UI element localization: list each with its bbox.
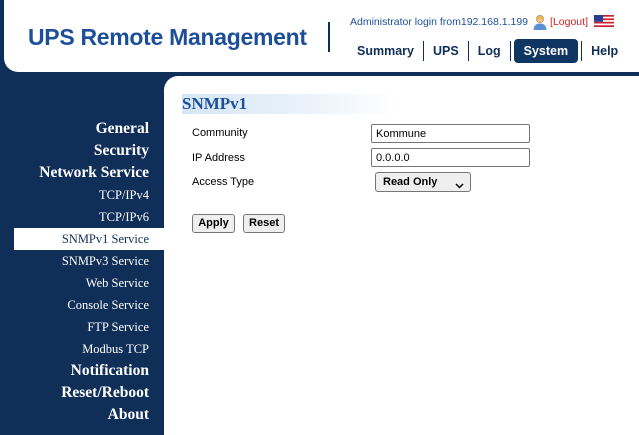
header-divider [328, 22, 330, 52]
main-content: SNMPv1 Community IP Address Access Type … [164, 76, 639, 435]
sidebar-item-security[interactable]: Security [0, 140, 164, 162]
sidebar-item-console-service[interactable]: Console Service [0, 294, 164, 316]
sidebar-item-ftp-service[interactable]: FTP Service [0, 316, 164, 338]
sidebar-item-snmpv3-service[interactable]: SNMPv3 Service [0, 250, 164, 272]
access-type-select[interactable]: Read Only [375, 172, 471, 192]
sidebar-item-tcp-ipv6[interactable]: TCP/IPv6 [0, 206, 164, 228]
sidebar-item-general[interactable]: General [0, 118, 164, 140]
community-input[interactable] [371, 124, 530, 143]
access-type-value: Read Only [383, 176, 438, 188]
sidebar-item-web-service[interactable]: Web Service [0, 272, 164, 294]
nav-help[interactable]: Help [582, 40, 627, 62]
sidebar-item-modbus-tcp[interactable]: Modbus TCP [0, 338, 164, 360]
ip-address-label: IP Address [192, 152, 245, 164]
sidebar: General Security Network Service TCP/IPv… [0, 118, 164, 426]
header: UPS Remote Management Administrator logi… [4, 0, 639, 72]
logout-link[interactable]: Logout [553, 16, 585, 28]
login-status: Administrator login from192.168.1.199 [L… [350, 14, 588, 30]
chevron-down-icon [455, 178, 464, 189]
nav-divider [509, 41, 511, 61]
login-text: Administrator login from192.168.1.199 [350, 16, 529, 28]
community-label: Community [192, 127, 248, 139]
sidebar-item-tcp-ipv4[interactable]: TCP/IPv4 [0, 184, 164, 206]
reset-button[interactable]: Reset [243, 214, 285, 233]
apply-button[interactable]: Apply [192, 214, 235, 233]
brand-title: UPS Remote Management [28, 24, 307, 50]
page-title: SNMPv1 [182, 94, 397, 114]
nav-log[interactable]: Log [469, 40, 510, 62]
sidebar-item-about[interactable]: About [0, 404, 164, 426]
sidebar-item-reset-reboot[interactable]: Reset/Reboot [0, 382, 164, 404]
top-nav: Summary UPS Log System Help [348, 38, 627, 64]
us-flag-icon[interactable] [594, 14, 614, 27]
nav-system[interactable]: System [513, 39, 579, 63]
sidebar-item-notification[interactable]: Notification [0, 360, 164, 382]
nav-ups[interactable]: UPS [424, 40, 468, 62]
sidebar-item-network-service[interactable]: Network Service [0, 162, 164, 184]
user-icon [532, 14, 548, 30]
sidebar-item-snmpv1-service[interactable]: SNMPv1 Service [14, 228, 164, 250]
ip-address-input[interactable] [371, 148, 530, 167]
logout-wrapper: [Logout] [550, 16, 588, 28]
access-type-label: Access Type [192, 176, 255, 188]
nav-summary[interactable]: Summary [348, 40, 423, 62]
